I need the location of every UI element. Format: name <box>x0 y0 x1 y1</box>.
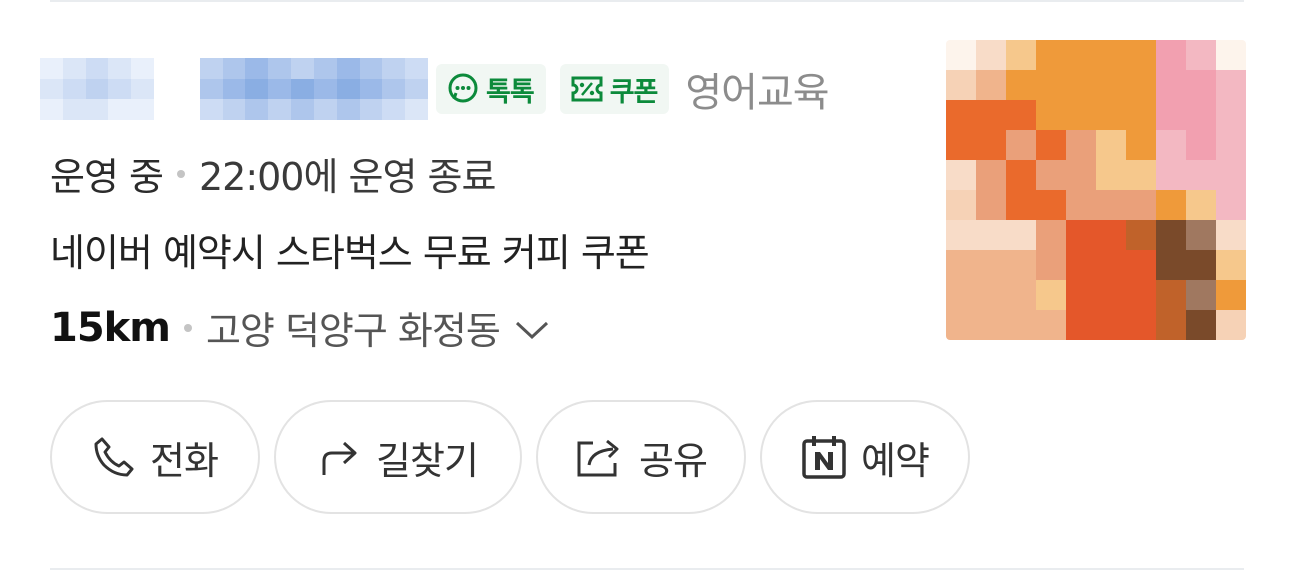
reserve-button[interactable]: 예약 <box>760 400 970 514</box>
directions-label: 길찾기 <box>376 438 479 483</box>
action-buttons: 전화 길찾기 공유 예약 <box>50 400 970 514</box>
place-thumbnail[interactable] <box>946 40 1246 340</box>
chevron-down-icon[interactable] <box>514 319 550 341</box>
talktalk-badge[interactable]: 톡톡 <box>436 64 546 114</box>
chat-bubble-icon <box>448 73 478 103</box>
call-button[interactable]: 전화 <box>50 400 260 514</box>
separator-dot <box>183 323 192 332</box>
reserve-label: 예약 <box>861 438 930 483</box>
location-row[interactable]: 15km 고양 덕양구 화정동 <box>50 300 550 355</box>
coupon-badge[interactable]: 쿠폰 <box>559 64 670 114</box>
coupon-icon <box>571 76 603 102</box>
title-row: 톡톡 쿠폰 영어교육 <box>40 58 830 120</box>
phone-icon <box>94 437 134 477</box>
distance: 15km <box>50 304 171 351</box>
naver-booking-icon <box>802 436 846 479</box>
share-label: 공유 <box>639 438 708 483</box>
promo-text: 네이버 예약시 스타벅스 무료 커피 쿠폰 <box>50 231 650 275</box>
share-icon <box>577 439 619 477</box>
address: 고양 덕양구 화정동 <box>205 309 501 353</box>
coupon-label: 쿠폰 <box>609 76 659 108</box>
place-name-redacted[interactable] <box>40 58 428 120</box>
talktalk-label: 톡톡 <box>486 76 535 108</box>
separator-dot <box>176 169 185 178</box>
business-hours: 운영 중 22:00에 운영 종료 <box>50 146 496 201</box>
place-category: 영어교육 <box>685 70 829 116</box>
top-divider <box>50 0 1244 2</box>
share-button[interactable]: 공유 <box>536 400 746 514</box>
closing-time: 22:00에 운영 종료 <box>198 155 496 199</box>
call-label: 전화 <box>150 438 219 483</box>
directions-button[interactable]: 길찾기 <box>274 400 522 514</box>
open-status: 운영 중 <box>50 155 164 199</box>
bottom-divider <box>50 568 1244 570</box>
place-card: 톡톡 쿠폰 영어교육 운영 중 22:00에 운영 종료 네이버 예약시 스타벅… <box>0 0 1294 571</box>
directions-arrow-icon <box>322 441 357 475</box>
